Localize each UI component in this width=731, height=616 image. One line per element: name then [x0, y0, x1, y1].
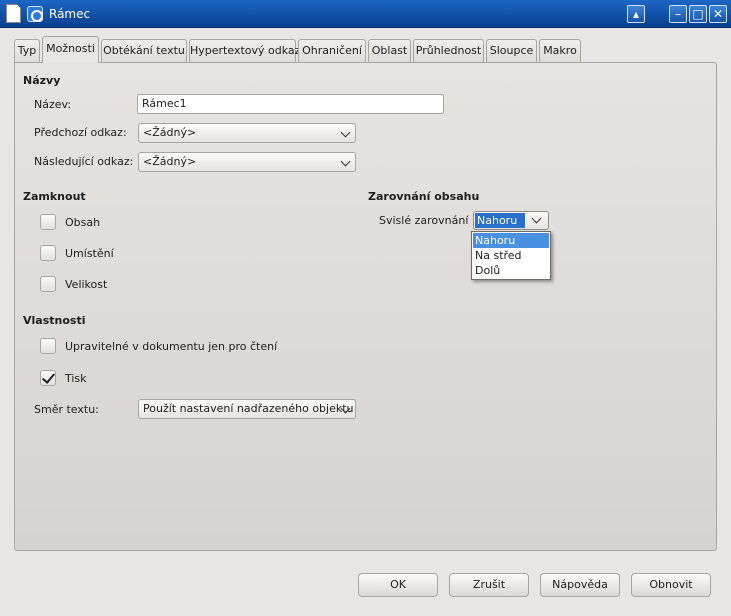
editable-readonly-checkbox[interactable] — [40, 338, 56, 354]
lock-content-checkbox[interactable] — [40, 214, 56, 230]
alignment-section-title: Zarovnání obsahu — [368, 190, 480, 203]
lock-section-title: Zamknout — [23, 190, 86, 203]
app-icon[interactable] — [27, 6, 43, 22]
lock-size-label: Velikost — [65, 278, 108, 291]
prev-link-select[interactable]: <Žádný> — [138, 123, 356, 143]
print-checkbox[interactable] — [40, 370, 56, 386]
print-label: Tisk — [65, 372, 87, 385]
properties-section-title: Vlastnosti — [23, 314, 86, 327]
vertical-alignment-value: Nahoru — [475, 213, 525, 228]
help-button[interactable]: Nápověda — [540, 573, 620, 597]
lock-position-label: Umístění — [65, 247, 114, 260]
chevron-down-icon — [340, 156, 351, 167]
chevron-down-icon — [531, 213, 542, 224]
minimize-icon[interactable]: – — [669, 5, 687, 23]
chevron-down-icon — [340, 127, 351, 138]
name-label: Název: — [34, 98, 72, 111]
text-direction-select[interactable]: Použít nastavení nadřazeného objektu — [138, 399, 356, 419]
tab-options[interactable]: Možnosti — [42, 36, 99, 63]
reset-button[interactable]: Obnovit — [631, 573, 711, 597]
cancel-button[interactable]: Zrušit — [449, 573, 529, 597]
editable-readonly-label: Upravitelné v dokumentu jen pro čtení — [65, 340, 278, 353]
tab-macro[interactable]: Makro — [539, 39, 581, 62]
names-section-title: Názvy — [23, 74, 61, 87]
tab-type[interactable]: Typ — [14, 39, 40, 62]
tab-hyperlink[interactable]: Hypertextový odkaz — [189, 39, 300, 62]
vertical-alignment-label: Svislé zarovnání — [379, 214, 469, 227]
lock-content-label: Obsah — [65, 216, 101, 229]
shade-icon[interactable]: ▴ — [627, 5, 645, 23]
name-field[interactable]: Rámec1 — [137, 94, 444, 114]
vertical-alignment-select[interactable]: Nahoru — [473, 211, 549, 230]
window-title: Rámec — [49, 7, 91, 21]
text-direction-label: Směr textu: — [34, 403, 99, 416]
prev-link-label: Předchozí odkaz: — [34, 126, 127, 139]
tab-columns[interactable]: Sloupce — [486, 39, 537, 62]
lock-position-checkbox[interactable] — [40, 245, 56, 261]
title-bar: Rámec ▴ – □ ✕ — [0, 0, 731, 28]
ok-button[interactable]: OK — [358, 573, 438, 597]
vertical-alignment-dropdown: Nahoru Na střed Dolů — [471, 231, 551, 280]
text-direction-value: Použít nastavení nadřazeného objektu — [143, 402, 354, 415]
tab-wrap[interactable]: Obtékání textu — [101, 39, 187, 62]
prev-link-value: <Žádný> — [143, 126, 197, 139]
lock-size-checkbox[interactable] — [40, 276, 56, 292]
option-center[interactable]: Na střed — [473, 248, 549, 263]
next-link-select[interactable]: <Žádný> — [138, 152, 356, 172]
option-bottom[interactable]: Dolů — [473, 263, 549, 278]
tab-transparency[interactable]: Průhlednost — [413, 39, 484, 62]
close-icon[interactable]: ✕ — [709, 5, 727, 23]
option-top[interactable]: Nahoru — [473, 233, 549, 248]
tab-borders[interactable]: Ohraničení — [298, 39, 366, 62]
next-link-value: <Žádný> — [143, 155, 197, 168]
maximize-icon[interactable]: □ — [689, 5, 707, 23]
document-icon — [6, 4, 21, 23]
tab-area[interactable]: Oblast — [368, 39, 411, 62]
next-link-label: Následující odkaz: — [34, 155, 134, 168]
